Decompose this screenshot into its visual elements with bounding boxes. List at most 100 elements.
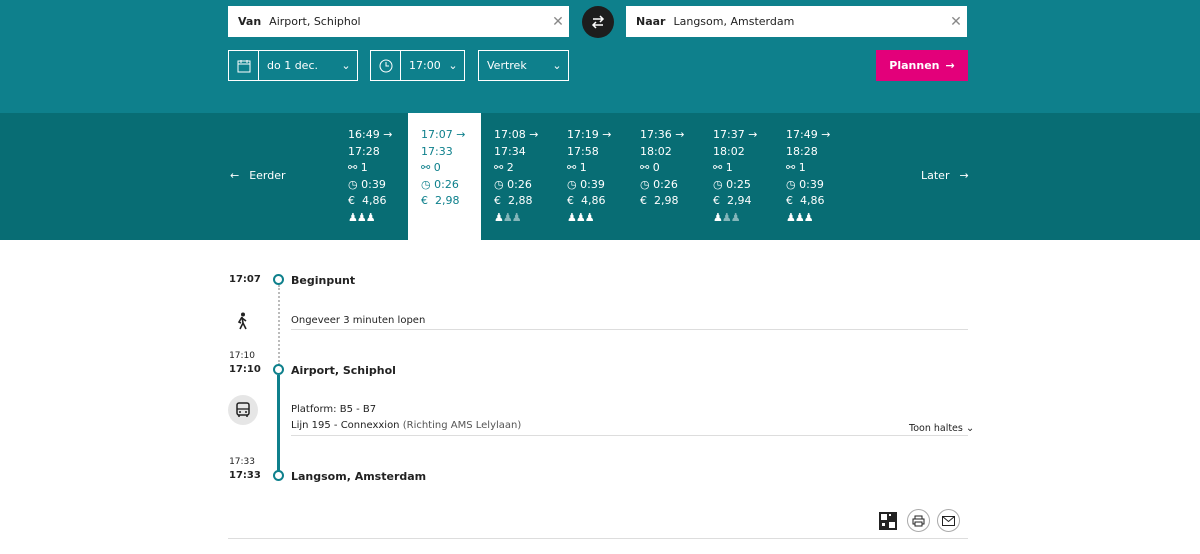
transfers-count: 2 xyxy=(506,161,514,174)
euro-sign: € xyxy=(640,194,647,207)
price: 2,98 xyxy=(435,194,460,207)
plan-button[interactable]: Plannen → xyxy=(876,50,968,81)
swap-button[interactable] xyxy=(582,6,614,38)
bus-icon xyxy=(228,395,258,425)
from-value[interactable]: Airport, Schiphol xyxy=(269,15,547,28)
arrival-time: 1 xyxy=(859,145,860,158)
euro-sign: € xyxy=(348,194,355,207)
options-container: 16:49 → 17:28 ⚯ 1 ◷ 0:39 € 4,86 ♟♟♟ 17:07 → 17:… xyxy=(335,113,860,240)
time-value: 17:00 xyxy=(409,59,441,72)
journey-option[interactable]: 17:49 → 18:28 ⚯ 1 ◷ 0:39 € 4,86 ♟♟♟ xyxy=(773,113,846,240)
clock-icon: ◷ xyxy=(348,177,358,191)
stop1-planned-time: 17:10 xyxy=(229,351,255,361)
divider xyxy=(228,538,968,539)
transfers-count: 1 xyxy=(579,161,587,174)
arrival-time: 17:58 xyxy=(567,144,599,158)
stop2-time: 17:33 xyxy=(229,470,261,481)
arrow-right-icon: → xyxy=(456,128,466,141)
arrival-time: 17:28 xyxy=(348,144,380,158)
stop2-label: Langsom, Amsterdam xyxy=(291,470,427,483)
transit-line xyxy=(277,375,280,475)
duration: 0:26 xyxy=(434,177,459,191)
journey-option[interactable]: 17:08 → 17:34 ⚯ 2 ◷ 0:26 € 2,88 ♟♟♟ xyxy=(481,113,554,240)
later-label: Later xyxy=(921,169,950,182)
email-button[interactable] xyxy=(937,509,960,532)
time-select[interactable]: 17:00 ⌄ xyxy=(370,50,465,81)
price: 4,86 xyxy=(362,194,387,207)
departure-time: 17:49 xyxy=(786,128,818,141)
show-stops-toggle[interactable]: Toon haltes ⌄ xyxy=(909,423,974,434)
euro-sign: € xyxy=(421,194,428,207)
transfers-count: 1 xyxy=(798,161,806,174)
qr-code-icon xyxy=(878,511,897,530)
search-panel: Van Airport, Schiphol ✕ Naar Langsom, Am… xyxy=(0,0,1200,113)
swap-icon xyxy=(591,15,605,29)
arrow-right-icon: → xyxy=(602,128,612,141)
journey-details: 17:07 Beginpunt Ongeveer 3 minuten lopen… xyxy=(0,240,1200,554)
duration: 0:39 xyxy=(361,177,386,191)
show-stops-label: Toon haltes xyxy=(909,423,963,434)
transfers-count: 0 xyxy=(652,161,660,174)
journey-option[interactable]: 17:07 → 17:33 ⚯ 0 ◷ 0:26 € 2,98 xyxy=(408,113,481,240)
earlier-label: Eerder xyxy=(249,169,286,182)
to-field[interactable]: Naar Langsom, Amsterdam ✕ xyxy=(626,6,967,37)
departure-time: 17:37 xyxy=(713,128,745,141)
chevron-down-icon: ⌄ xyxy=(341,59,351,72)
duration: 0:26 xyxy=(653,177,678,191)
transfers-count: 1 xyxy=(360,161,368,174)
start-label: Beginpunt xyxy=(291,274,356,287)
arrow-right-icon: → xyxy=(748,128,758,141)
journey-option[interactable]: 16:49 → 17:28 ⚯ 1 ◷ 0:39 € 4,86 ♟♟♟ xyxy=(335,113,408,240)
arrival-time: 17:33 xyxy=(421,144,453,158)
arrival-time: 18:28 xyxy=(786,144,818,158)
euro-sign: € xyxy=(713,194,720,207)
transfers-count: 1 xyxy=(725,161,733,174)
walk-line xyxy=(278,285,280,365)
departure-time: 17:08 xyxy=(494,128,526,141)
transfers-icon: ⚯ xyxy=(786,161,796,174)
arrow-right-icon: → xyxy=(945,59,955,72)
duration: 0:39 xyxy=(580,177,605,191)
from-field[interactable]: Van Airport, Schiphol ✕ xyxy=(228,6,569,37)
price: 2,88 xyxy=(508,194,533,207)
to-label: Naar xyxy=(636,15,666,28)
clock-icon: ◷ xyxy=(494,177,504,191)
journey-option[interactable]: 17:36 → 18:02 ⚯ 0 ◷ 0:26 € 2,98 xyxy=(627,113,700,240)
euro-sign: € xyxy=(786,194,793,207)
walk-icon xyxy=(235,312,249,334)
print-button[interactable] xyxy=(907,509,930,532)
date-select[interactable]: do 1 dec. ⌄ xyxy=(228,50,358,81)
journey-option[interactable]: 17:37 → 18:02 ⚯ 1 ◷ 0:25 € 2,94 ♟♟♟ xyxy=(700,113,773,240)
duration: 0:39 xyxy=(799,177,824,191)
mode-value: Vertrek xyxy=(487,59,527,72)
journey-option[interactable]: 17:19 → 17:58 ⚯ 1 ◷ 0:39 € 4,86 ♟♟♟ xyxy=(554,113,627,240)
mode-select[interactable]: Vertrek ⌄ xyxy=(478,50,569,81)
clear-from-icon[interactable]: ✕ xyxy=(547,14,569,30)
calendar-icon xyxy=(229,51,259,80)
earlier-button[interactable]: ← Eerder xyxy=(230,169,286,182)
arrow-left-icon: ← xyxy=(230,169,240,182)
arrow-right-icon: → xyxy=(821,128,831,141)
arrow-right-icon: → xyxy=(959,169,969,182)
arrow-right-icon: → xyxy=(529,128,539,141)
stop2-planned-time: 17:33 xyxy=(229,457,255,467)
line-text: Lijn 195 - Connexxion xyxy=(291,420,400,431)
crowding-icon: ♟♟♟ xyxy=(713,210,741,224)
envelope-icon xyxy=(942,515,955,526)
to-value[interactable]: Langsom, Amsterdam xyxy=(673,15,945,28)
departure-time: 1 xyxy=(859,128,860,141)
stop1-time: 17:10 xyxy=(229,364,261,375)
divider xyxy=(291,329,968,330)
chevron-down-icon: ⌄ xyxy=(965,423,975,434)
printer-icon xyxy=(912,515,925,526)
chevron-down-icon: ⌄ xyxy=(448,59,458,72)
clock-icon: ◷ xyxy=(567,177,577,191)
euro-sign: € xyxy=(494,194,501,207)
later-button[interactable]: Later → xyxy=(921,169,969,182)
journey-option[interactable]: 11 xyxy=(846,113,860,240)
qr-code-button[interactable] xyxy=(876,509,899,532)
clear-to-icon[interactable]: ✕ xyxy=(945,14,967,30)
price: 2,94 xyxy=(727,194,752,207)
divider xyxy=(291,435,968,436)
clock-icon: ◷ xyxy=(713,177,723,191)
